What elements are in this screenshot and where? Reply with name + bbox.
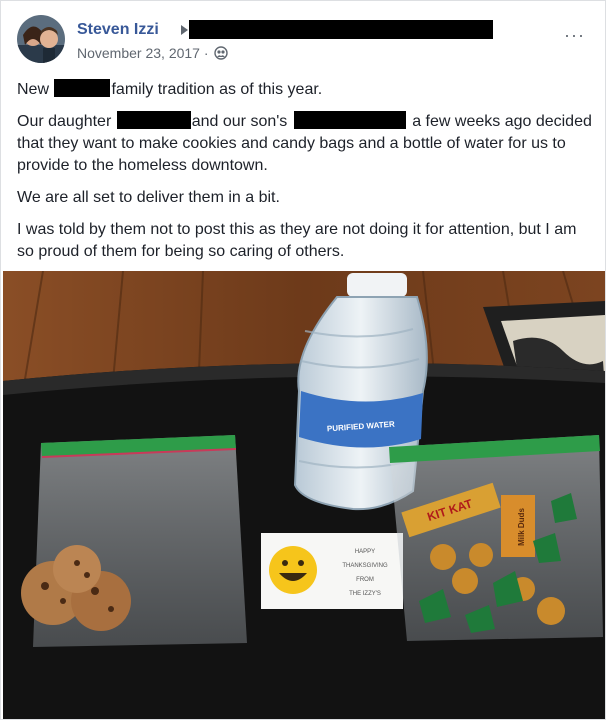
meta-separator: ·	[203, 45, 209, 61]
post-meta: November 23, 2017 ·	[77, 45, 229, 63]
redacted-name	[116, 111, 191, 129]
paragraph-1-start: New	[17, 81, 50, 98]
avatar[interactable]	[17, 15, 65, 63]
author-name[interactable]: Steven Izzi	[77, 21, 159, 39]
redacted-target-name	[189, 20, 493, 39]
post-photo[interactable]: PURIFIED WATER HAPPY THANKSGIVING FROM T…	[3, 271, 605, 719]
paragraph-1-end: family tradition as of this year.	[111, 81, 323, 98]
paragraph-3: We are all set to deliver them in a bit.	[17, 189, 280, 206]
milk-duds-text: Milk Duds	[517, 508, 526, 546]
post-date[interactable]: November 23, 2017	[77, 45, 200, 61]
facebook-post: Steven Izzi November 23, 2017 · ··· New …	[0, 0, 606, 720]
card-line-1: HAPPY	[355, 549, 375, 555]
paragraph-2-start: Our daughter	[17, 113, 112, 130]
more-options-icon[interactable]: ···	[564, 25, 585, 46]
paragraph-1: New family tradition as of this year.	[17, 79, 597, 101]
cookie-bag	[21, 435, 247, 647]
post-header: Steven Izzi November 23, 2017 · ···	[17, 15, 589, 71]
arrow-right-icon	[181, 25, 188, 35]
candy-bag: KIT KAT Milk Duds	[389, 435, 603, 641]
card-line-4: THE IZZY'S	[349, 591, 381, 597]
paragraph-2-middle: and our son's	[191, 113, 288, 130]
card-line-2: THANKSGIVING	[342, 563, 388, 569]
thanksgiving-card: HAPPY THANKSGIVING FROM THE IZZY'S	[261, 533, 403, 609]
redacted-name	[54, 79, 111, 97]
paragraph-4: I was told by them not to post this as t…	[17, 221, 577, 260]
redacted-name	[293, 111, 406, 129]
card-line-3: FROM	[356, 577, 374, 583]
paragraph-2: Our daughter and our son's a few weeks a…	[17, 111, 597, 177]
friends-icon[interactable]	[214, 46, 229, 63]
post-text: New family tradition as of this year. Ou…	[17, 79, 597, 273]
